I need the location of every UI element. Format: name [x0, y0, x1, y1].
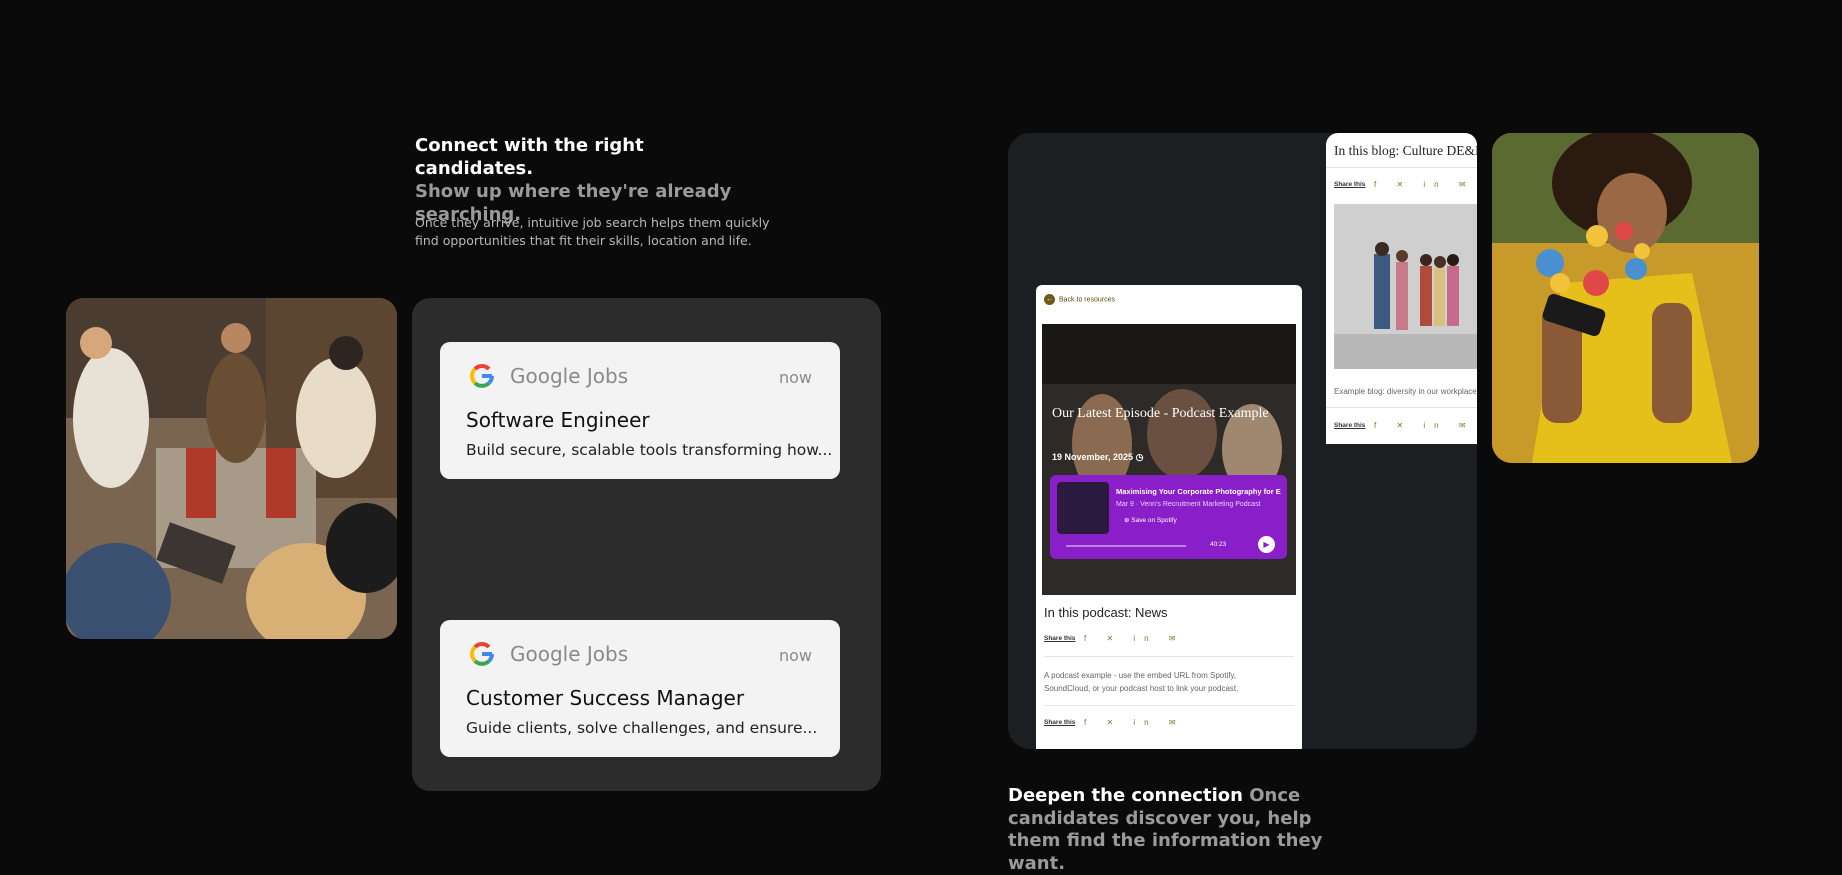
- hero-date: 19 November, 2025 ◷: [1052, 452, 1143, 463]
- google-icon: [470, 364, 494, 388]
- divider: [1044, 656, 1294, 657]
- episode-duration: 40:23: [1210, 541, 1227, 548]
- episode-title: Maximising Your Corporate Photography fo…: [1116, 487, 1281, 496]
- podcast-hero: Our Latest Episode - Podcast Example 19 …: [1042, 324, 1296, 595]
- progress-bar[interactable]: [1066, 545, 1186, 547]
- episode-cover: [1057, 482, 1109, 534]
- hero-title: Our Latest Episode - Podcast Example: [1052, 406, 1269, 421]
- job-description: Build secure, scalable tools transformin…: [466, 441, 833, 459]
- notification-source: Google Jobs: [510, 364, 629, 388]
- notification-source: Google Jobs: [510, 642, 629, 666]
- job-title: Customer Success Manager: [466, 686, 745, 710]
- notification-time: now: [778, 368, 812, 387]
- episode-meta: Mar 9 · Venn's Recruitment Marketing Pod…: [1116, 501, 1261, 508]
- share-icons[interactable]: f ✕ in ✉: [1084, 634, 1185, 643]
- blog-caption: Example blog: diversity in our workplace: [1334, 387, 1477, 396]
- share-icons[interactable]: f ✕ in ✉: [1374, 421, 1475, 430]
- arrow-left-icon: ←: [1044, 294, 1055, 305]
- podcast-title: In this podcast: News: [1044, 605, 1168, 620]
- share-label[interactable]: Share this: [1044, 635, 1075, 642]
- podcast-card[interactable]: ← Back to resources Our Latest Episode - …: [1036, 285, 1302, 749]
- notification-time: now: [778, 646, 812, 665]
- section-body: Once they arrive, intuitive job search h…: [415, 215, 770, 248]
- clock-icon: ◷: [1135, 452, 1144, 462]
- back-link[interactable]: ← Back to resources: [1044, 294, 1115, 305]
- share-label[interactable]: Share this: [1334, 422, 1365, 429]
- play-icon[interactable]: ▶: [1258, 536, 1275, 553]
- share-label[interactable]: Share this: [1044, 719, 1075, 726]
- job-description: Guide clients, solve challenges, and ens…: [466, 719, 818, 737]
- save-on-spotify[interactable]: ⊕ Save on Spotify: [1124, 516, 1177, 524]
- podcast-description: A podcast example - use the embed URL fr…: [1044, 671, 1239, 693]
- spotify-embed[interactable]: Maximising Your Corporate Photography fo…: [1050, 475, 1287, 559]
- headline-strong: Deepen the connection: [1008, 785, 1243, 806]
- google-icon: [470, 642, 494, 666]
- hero-date-text: 19 November, 2025: [1052, 452, 1134, 462]
- phone-user-photo: [1492, 133, 1759, 463]
- headline-strong: Connect with the right candidates.: [415, 135, 644, 179]
- share-label[interactable]: Share this: [1334, 181, 1365, 188]
- divider: [1044, 705, 1294, 706]
- job-title: Software Engineer: [466, 408, 650, 432]
- divider: [1326, 167, 1477, 168]
- section-headline: Connect with the right candidates. Show …: [415, 134, 755, 226]
- divider: [1326, 407, 1477, 408]
- job-notification[interactable]: Google Jobs now Customer Success Manager…: [440, 620, 840, 757]
- job-notification[interactable]: Google Jobs now Software Engineer Build …: [440, 342, 840, 479]
- share-icons[interactable]: f ✕ in ✉: [1374, 180, 1475, 189]
- back-link-label: Back to resources: [1059, 296, 1116, 304]
- team-photo: [1334, 204, 1477, 369]
- save-label: Save on Spotify: [1131, 517, 1177, 524]
- blog-title: In this blog: Culture DE&I: [1334, 143, 1477, 158]
- section-headline: Deepen the connection Once candidates di…: [1008, 785, 1368, 875]
- group-meeting-photo: [66, 298, 397, 639]
- share-icons[interactable]: f ✕ in ✉: [1084, 718, 1185, 727]
- blog-card[interactable]: In this blog: Culture DE&I Share this f …: [1326, 133, 1477, 444]
